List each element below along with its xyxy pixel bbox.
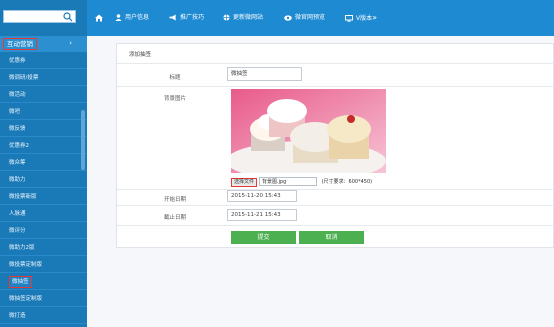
sidebar-item-label: 微抽签 — [9, 276, 32, 288]
nav-user-info-label: 用户信息 — [125, 14, 150, 21]
form-title: 添加抽签 — [129, 52, 152, 58]
nav-version-label: V版本 — [356, 15, 373, 22]
monitor-icon — [345, 15, 353, 22]
sidebar-item[interactable]: 优惠券2 — [0, 138, 87, 154]
file-name-field: 背景图.jpg — [259, 177, 318, 186]
nav-update-site[interactable]: 更新微网站 — [223, 12, 263, 24]
sidebar-group-label: 互动营销 — [3, 38, 37, 50]
add-lottery-form: 添加抽签 标题 微抽签 背景图片 选择文件 背景图.jpg (尺寸要求：600*4… — [116, 43, 554, 248]
search-icon[interactable] — [63, 12, 73, 22]
start-date-label: 开始日期 — [163, 197, 186, 203]
eye-icon — [284, 14, 292, 21]
sidebar-item-label: 优惠券 — [9, 58, 26, 64]
top-nav-bar: 用户信息 推广技巧 更新微网站 微官网预览 V版本» — [87, 0, 554, 36]
sidebar-item[interactable]: 微反馈 — [0, 121, 87, 137]
title-label: 标题 — [169, 75, 181, 81]
sidebar-item[interactable]: 微评分 — [0, 223, 87, 239]
sidebar: 互动营销 › 优惠券微调研/投票 微活动微吧微反馈优惠券2 微众筹微助力微投票新版人… — [0, 0, 87, 327]
globe-icon — [223, 14, 230, 21]
sidebar-item-label: 微吧 — [9, 109, 21, 115]
search-box[interactable] — [3, 10, 76, 23]
sidebar-item-label: 微调研/投票 — [9, 75, 39, 81]
nav-version[interactable]: V版本» — [345, 12, 377, 24]
divider — [117, 86, 554, 87]
sidebar-item[interactable]: 微投票新版 — [0, 189, 87, 205]
user-icon — [115, 14, 122, 21]
sidebar-item-label: 微活动 — [9, 92, 26, 98]
sidebar-item-label: 微抽签定制版 — [9, 296, 43, 302]
sidebar-item[interactable]: 微活动 — [0, 87, 87, 103]
sidebar-item[interactable]: 微抽签 — [0, 274, 87, 290]
title-input[interactable]: 微抽签 — [227, 67, 302, 81]
sidebar-item-label: 微打造 — [9, 313, 26, 319]
sidebar-item-label: 微投票新版 — [9, 194, 37, 200]
end-date-label: 截止日期 — [163, 215, 186, 221]
start-date-input[interactable]: 2015-11-20 15:43 — [227, 190, 297, 202]
sidebar-item[interactable]: 微助力 — [0, 172, 87, 188]
cancel-button[interactable]: 取消 — [299, 231, 364, 244]
sidebar-item-label: 微众筹 — [9, 160, 26, 166]
sidebar-scrollbar[interactable] — [81, 110, 85, 170]
sidebar-item-label: 优惠券2 — [9, 143, 29, 149]
submit-button[interactable]: 提交 — [231, 231, 296, 244]
nav-update-site-label: 更新微网站 — [233, 14, 264, 21]
sidebar-item[interactable]: 微打造 — [0, 308, 87, 324]
end-date-input[interactable]: 2015-11-21 15:43 — [227, 209, 297, 221]
sidebar-item[interactable]: 微众筹 — [0, 155, 87, 171]
size-requirement-hint: (尺寸要求：600*450) — [321, 179, 373, 185]
divider — [117, 205, 554, 206]
nav-preview-site-label: 微官网预览 — [295, 14, 326, 21]
sidebar-item-label: 微投票定制版 — [9, 262, 43, 268]
sidebar-item-label: 微助力 — [9, 177, 26, 183]
search-input[interactable] — [4, 11, 64, 22]
nav-home[interactable] — [95, 12, 106, 24]
sidebar-item-label: 微助力2版 — [9, 245, 35, 251]
sidebar-item-label: 微评分 — [9, 228, 26, 234]
sidebar-item[interactable]: 优惠券 — [0, 53, 87, 69]
background-image-preview — [231, 89, 386, 173]
sidebar-item-label: 微反馈 — [9, 126, 26, 132]
chevron-right-icon: › — [69, 39, 72, 47]
sidebar-item[interactable]: 微调研/投票 — [0, 70, 87, 86]
megaphone-icon — [169, 14, 176, 21]
sidebar-item[interactable]: 微抽签定制版 — [0, 291, 87, 307]
double-chevron-icon: » — [372, 13, 378, 22]
sidebar-item[interactable]: 微吧 — [0, 104, 87, 120]
divider — [117, 63, 554, 64]
divider — [117, 225, 554, 226]
background-image-label: 背景图片 — [163, 96, 186, 102]
sidebar-group-interactive-marketing[interactable]: 互动营销 › — [0, 36, 87, 52]
nav-user-info[interactable]: 用户信息 — [115, 12, 149, 24]
choose-file-button[interactable]: 选择文件 — [231, 178, 258, 187]
sidebar-item[interactable]: 微投票定制版 — [0, 257, 87, 273]
sidebar-item-label: 人脉通 — [9, 211, 26, 217]
file-upload-row: 选择文件 背景图.jpg (尺寸要求：600*450) — [231, 177, 373, 187]
home-icon — [95, 14, 103, 21]
sidebar-item[interactable]: 微助力2版 — [0, 240, 87, 256]
divider — [117, 189, 554, 190]
nav-promo-tips-label: 推广技巧 — [180, 14, 205, 21]
nav-preview-site[interactable]: 微官网预览 — [284, 12, 325, 24]
nav-promo-tips[interactable]: 推广技巧 — [169, 12, 204, 24]
sidebar-item[interactable]: 人脉通 — [0, 206, 87, 222]
